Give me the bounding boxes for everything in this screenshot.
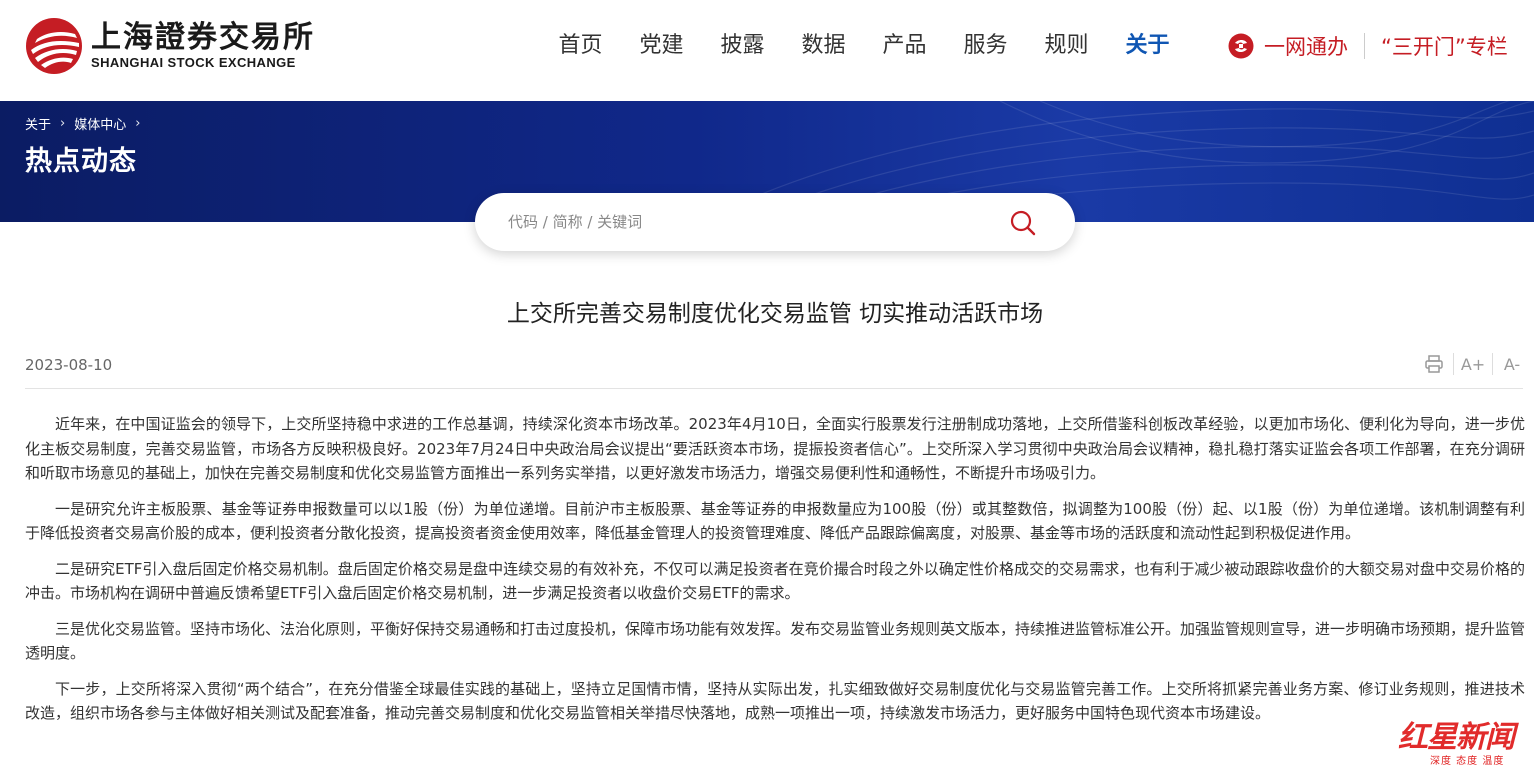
nav-services[interactable]: 服务 — [945, 28, 1026, 64]
article-paragraph: 近年来，在中国证监会的领导下，上交所坚持稳中求进的工作总基调，持续深化资本市场改… — [25, 415, 1525, 482]
search-input[interactable] — [508, 213, 978, 231]
nav-products[interactable]: 产品 — [864, 28, 945, 64]
news-watermark-logo: 红星新闻 深度 态度 温度 — [1398, 712, 1528, 775]
chevron-right-icon: › — [135, 116, 141, 131]
article-paragraph: 二是研究ETF引入盘后固定价格交易机制。盘后固定价格交易是盘中连续交易的有效补充… — [25, 559, 1525, 603]
article-divider — [25, 388, 1523, 389]
chevron-right-icon: › — [60, 116, 66, 131]
font-decrease-button[interactable]: A- — [1500, 352, 1524, 376]
search-icon[interactable] — [1009, 209, 1037, 237]
page-title: 热点动态 — [25, 146, 137, 177]
article-paragraph: 一是研究允许主板股票、基金等证券申报数量可以以1股（份）为单位递增。目前沪市主板… — [25, 499, 1525, 543]
breadcrumb: 关于 › 媒体中心 › — [25, 114, 149, 133]
article-title: 上交所完善交易制度优化交易监管 切实推动活跃市场 — [506, 301, 1044, 327]
header-quick-links: 一网通办 “三开门”专栏 — [1228, 28, 1508, 64]
nav-home[interactable]: 首页 — [540, 28, 621, 64]
article-tools: A+ A- — [1422, 352, 1524, 376]
nav-data[interactable]: 数据 — [783, 28, 864, 64]
one-stop-service-icon[interactable] — [1228, 33, 1254, 59]
one-stop-service-link[interactable]: 一网通办 — [1264, 31, 1348, 61]
nav-rules[interactable]: 规则 — [1026, 28, 1107, 64]
watermark-title: 红星新闻 — [1398, 720, 1515, 755]
sse-logo[interactable]: 上海證券交易所 SHANGHAI STOCK EXCHANGE — [25, 14, 325, 78]
nav-party[interactable]: 党建 — [621, 28, 702, 64]
logo-chinese-name: 上海證券交易所 — [91, 20, 315, 55]
search-box — [475, 193, 1075, 251]
tool-divider — [1453, 353, 1454, 375]
nav-about[interactable]: 关于 — [1107, 28, 1188, 64]
article-paragraph: 三是优化交易监管。坚持市场化、法治化原则，平衡好保持交易通畅和打击过度投机，保障… — [25, 619, 1526, 663]
watermark-slogan: 深度 态度 温度 — [1430, 756, 1505, 767]
logo-english-name: SHANGHAI STOCK EXCHANGE — [91, 55, 296, 70]
three-doors-column-link[interactable]: “三开门”专栏 — [1381, 31, 1508, 61]
breadcrumb-media-center[interactable]: 媒体中心 — [74, 114, 126, 133]
article-body: 近年来，在中国证监会的领导下，上交所坚持稳中求进的工作总基调，持续深化资本市场改… — [25, 412, 1525, 737]
site-header: 上海證券交易所 SHANGHAI STOCK EXCHANGE 首页 党建 披露… — [0, 0, 1534, 101]
font-increase-button[interactable]: A+ — [1461, 352, 1485, 376]
header-divider — [1364, 33, 1365, 59]
sse-logo-icon — [26, 18, 82, 74]
article-paragraph: 下一步，上交所将深入贯彻“两个结合”，在充分借鉴全球最佳实践的基础上，坚持立足国… — [25, 679, 1525, 723]
print-icon[interactable] — [1422, 352, 1446, 376]
main-nav: 首页 党建 披露 数据 产品 服务 规则 关于 — [540, 28, 1188, 64]
nav-disclosure[interactable]: 披露 — [702, 28, 783, 64]
breadcrumb-about[interactable]: 关于 — [25, 114, 51, 133]
article-date: 2023-08-10 — [25, 356, 113, 374]
tool-divider — [1492, 353, 1493, 375]
